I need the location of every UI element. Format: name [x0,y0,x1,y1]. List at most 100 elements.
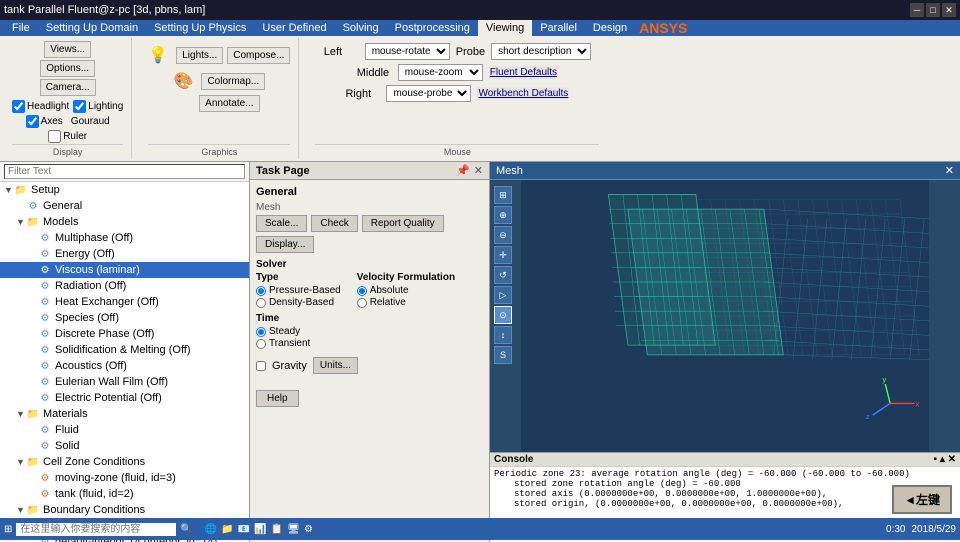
gravity-checkbox[interactable] [256,361,266,371]
check-btn[interactable]: Check [311,215,357,232]
tree-item-models[interactable]: ▼ 📁 Models [0,214,249,230]
search-input[interactable] [16,523,176,536]
tree-item-solidification[interactable]: ⚙ Solidification & Melting (Off) [0,342,249,358]
console-header: Console ▪ ▴ ✕ [490,453,960,467]
mesh-canvas[interactable]: x y z [490,180,960,452]
gouraud-label: Gouraud [71,116,110,127]
taskbar-mail[interactable]: 📧 [238,524,250,535]
tree-item-viscous[interactable]: ⚙ Viscous (laminar) [0,262,249,278]
rotate-btn[interactable]: ↺ [494,266,512,284]
tree-item-eulerian[interactable]: ⚙ Eulerian Wall Film (Off) [0,374,249,390]
tab-design[interactable]: Design [585,20,635,36]
tree-item-solid[interactable]: ⚙ Solid [0,438,249,454]
tree-item-electric[interactable]: ⚙ Electric Potential (Off) [0,390,249,406]
tab-parallel[interactable]: Parallel [532,20,585,36]
tab-solving[interactable]: Solving [335,20,387,36]
close-btn[interactable]: ✕ [942,3,956,17]
ribbon: Views... Options... Camera... Headlight … [0,36,960,162]
tree-item-multiphase[interactable]: ⚙ Multiphase (Off) [0,230,249,246]
tab-postprocessing[interactable]: Postprocessing [387,20,478,36]
steady-radio[interactable]: Steady [256,326,483,337]
density-based-radio[interactable]: Density-Based [256,297,341,308]
axes-check[interactable]: Axes [26,115,63,128]
tree-panel: ▼ 📁 Setup ⚙ General ▼ 📁 Models ⚙ Multiph… [0,162,250,542]
tab-viewing[interactable]: Viewing [478,20,532,36]
taskbar-app2[interactable]: 📋 [271,524,283,535]
tab-file[interactable]: File [4,20,38,36]
report-quality-btn[interactable]: Report Quality [362,215,444,232]
tree-item-moving-zone[interactable]: ⚙ moving-zone (fluid, id=3) [0,470,249,486]
zoom-fit-btn[interactable]: ⊞ [494,186,512,204]
ruler-check[interactable]: Ruler [48,130,87,143]
camera-btn[interactable]: Camera... [40,79,96,96]
tree-item-materials[interactable]: ▼ 📁 Materials [0,406,249,422]
compose-btn[interactable]: Compose... [227,47,290,64]
tab-user-defined[interactable]: User Defined [254,20,334,36]
vel-form-label: Velocity Formulation [357,272,455,283]
maximize-btn[interactable]: □ [926,3,940,17]
fluent-defaults-btn[interactable]: Fluent Defaults [489,66,558,79]
console-line: stored zone rotation angle (deg) = -60.0… [494,479,956,489]
tree-item-cell-zone[interactable]: ▼ 📁 Cell Zone Conditions [0,454,249,470]
tree-item-energy[interactable]: ⚙ Energy (Off) [0,246,249,262]
task-pin-btn[interactable]: 📌 [456,164,470,177]
tree-item-fluid[interactable]: ⚙ Fluid [0,422,249,438]
svg-text:x: x [915,399,919,408]
minimize-btn[interactable]: ─ [910,3,924,17]
absolute-radio[interactable]: Absolute [357,285,455,296]
palette-icon: 🎨 [174,71,194,91]
taskbar-ie[interactable]: 🌐 [205,524,217,535]
units-btn[interactable]: Units... [313,357,358,374]
scale-btn[interactable]: Scale... [256,215,307,232]
tab-setup-physics[interactable]: Setting Up Physics [146,20,254,36]
pan-btn[interactable]: ✛ [494,246,512,264]
mesh-display-btn[interactable]: ⊙ [494,306,512,324]
lighting-check[interactable]: Lighting [73,100,123,113]
svg-text:z: z [866,412,870,421]
tree-item-heat-exchanger[interactable]: ⚙ Heat Exchanger (Off) [0,294,249,310]
options-btn[interactable]: Options... [40,60,95,77]
colormap-btn[interactable]: Colormap... [201,73,265,90]
tree-item-tank[interactable]: ⚙ tank (fluid, id=2) [0,486,249,502]
tree-item-radiation[interactable]: ⚙ Radiation (Off) [0,278,249,294]
tree-item-boundary-conditions[interactable]: ▼ 📁 Boundary Conditions [0,502,249,518]
relative-radio[interactable]: Relative [357,297,455,308]
taskbar-app4[interactable]: ⚙ [304,524,313,535]
tree-item-general[interactable]: ⚙ General [0,198,249,214]
task-header-label: Task Page [256,165,310,177]
tree-item-setup[interactable]: ▼ 📁 Setup [0,182,249,198]
annotate-btn[interactable]: Annotate... [199,95,259,112]
tree-filter-input[interactable] [4,164,245,179]
ansys-logo: ANSYS [639,20,687,36]
left-arrow-btn[interactable]: ◄左键 [892,485,952,514]
right-select[interactable]: mouse-probe mouse-rotate mouse-zoom [386,85,471,102]
transient-radio[interactable]: Transient [256,338,483,349]
zoom-in-btn[interactable]: ⊕ [494,206,512,224]
display-btn[interactable]: Display... [256,236,314,253]
tab-setup-domain[interactable]: Setting Up Domain [38,20,146,36]
workbench-defaults-btn[interactable]: Workbench Defaults [477,87,569,100]
reset-btn[interactable]: ↕ [494,326,512,344]
select-btn[interactable]: ▷ [494,286,512,304]
taskbar-app1[interactable]: 📊 [254,524,266,535]
task-close-btn[interactable]: ✕ [474,164,483,177]
help-btn[interactable]: Help [256,390,299,407]
pressure-based-radio[interactable]: Pressure-Based [256,285,341,296]
left-select[interactable]: mouse-rotate mouse-zoom mouse-probe [365,43,450,60]
tree-item-acoustics[interactable]: ⚙ Acoustics (Off) [0,358,249,374]
tree-item-species[interactable]: ⚙ Species (Off) [0,310,249,326]
mesh-close-btn[interactable]: ✕ [945,164,954,177]
left-label: Left [324,46,359,58]
middle-select[interactable]: mouse-zoom mouse-rotate mouse-probe [398,64,483,81]
tree-item-discrete-phase[interactable]: ⚙ Discrete Phase (Off) [0,326,249,342]
zoom-out-btn[interactable]: ⊖ [494,226,512,244]
taskbar-app3[interactable]: 🖥 [287,524,300,535]
probe-select[interactable]: short description long description [491,43,591,60]
headlight-check[interactable]: Headlight [12,100,69,113]
model-icon: ⚙ [38,375,52,389]
mesh-titlebar: Mesh ✕ [490,162,960,180]
views-btn[interactable]: Views... [44,41,91,58]
lights-btn[interactable]: Lights... [176,47,223,64]
taskbar-folder[interactable]: 📁 [221,524,233,535]
scale-mesh-btn[interactable]: S [494,346,512,364]
